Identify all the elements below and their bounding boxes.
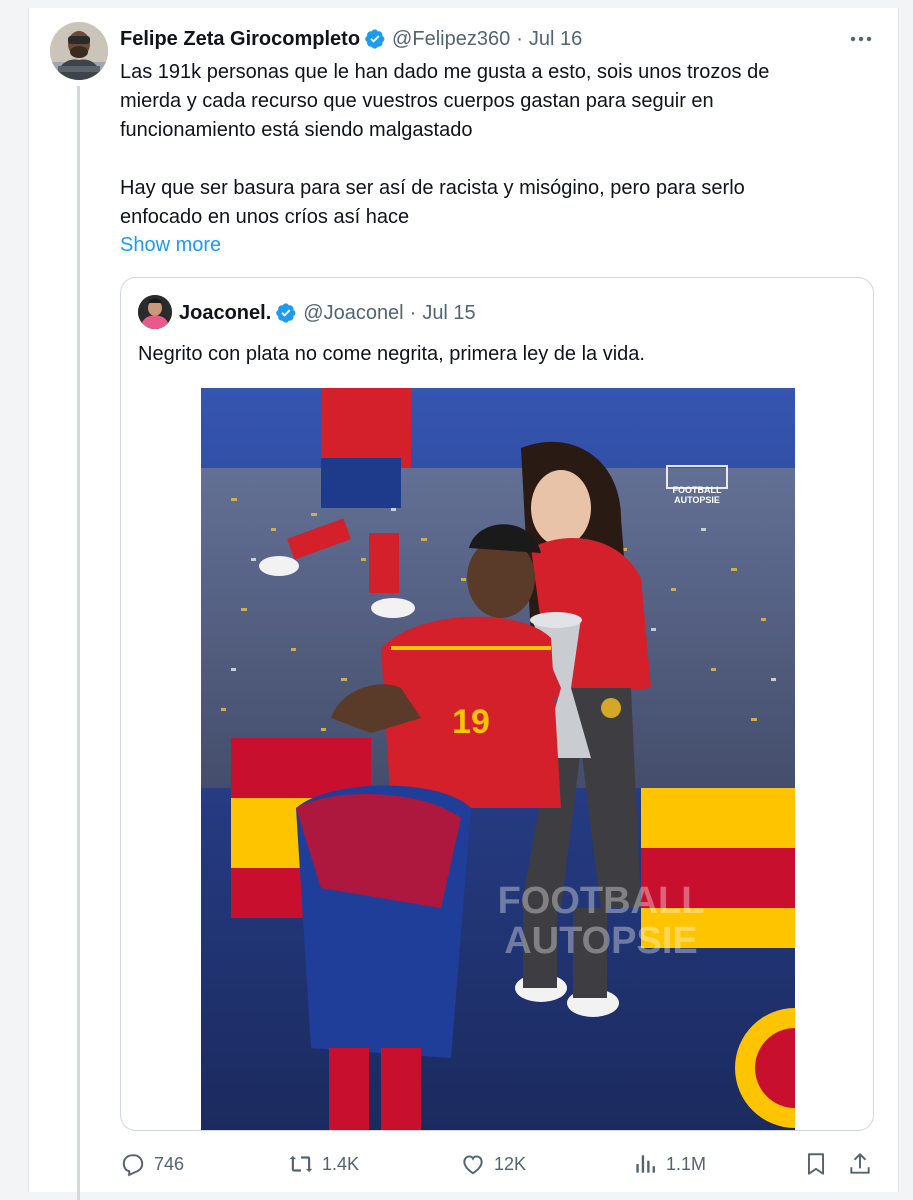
author-avatar[interactable]: [50, 22, 108, 80]
more-options-button[interactable]: [846, 28, 876, 50]
tweet-text-line: funcionamiento está siendo malgastado: [120, 119, 473, 141]
celebration-photo: FOOTBALL AUTOPSIE 19 FOOTBALL AUTOPSIE: [201, 388, 795, 1130]
tweet-text-line: Hay que ser basura para ser así de racis…: [120, 177, 745, 199]
quoted-tweet-date[interactable]: Jul 15: [422, 302, 475, 325]
repost-button[interactable]: 1.4K: [288, 1148, 359, 1180]
share-button[interactable]: [847, 1148, 881, 1180]
frame-divider-right: [898, 8, 899, 1192]
tweet-text-line: Las 191k personas que le han dado me gus…: [120, 61, 770, 83]
quoted-author-avatar[interactable]: [138, 295, 172, 329]
views-icon: [636, 1155, 655, 1173]
watermark-top-line2: AUTOPSIE: [674, 495, 720, 505]
quoted-tweet-text: Negrito con plata no come negrita, prime…: [138, 343, 645, 365]
show-more-link[interactable]: Show more: [120, 231, 221, 260]
header-separator: ·: [409, 301, 417, 324]
verified-badge-icon: [365, 29, 385, 49]
screenshot-frame-right: [899, 0, 913, 1200]
quoted-author-name[interactable]: Joaconel.: [179, 302, 271, 325]
tweet-header: Felipe Zeta Girocompleto @Felipez360 · J…: [120, 26, 582, 52]
reply-button[interactable]: 746: [120, 1148, 184, 1180]
view-count: 1.1M: [666, 1153, 707, 1174]
reply-count: 746: [154, 1153, 185, 1174]
thread-connector-line: [77, 86, 80, 1200]
watermark-center-line2: AUTOPSIE: [504, 920, 698, 962]
share-icon: [850, 1153, 870, 1174]
reply-icon: [122, 1154, 144, 1177]
quoted-tweet[interactable]: Joaconel. @Joaconel · Jul 15 Negrito con…: [120, 277, 874, 1131]
screenshot-frame-left: [0, 0, 28, 1200]
author-name[interactable]: Felipe Zeta Girocompleto: [120, 28, 360, 51]
tweet-text-line: mierda y cada recurso que vuestros cuerp…: [120, 90, 714, 112]
quoted-tweet-photo[interactable]: FOOTBALL AUTOPSIE 19 FOOTBALL AUTOPSIE: [201, 388, 795, 1130]
quoted-author-handle[interactable]: @Joaconel: [303, 302, 403, 325]
tweet-date[interactable]: Jul 16: [529, 28, 582, 51]
views-button[interactable]: 1.1M: [632, 1148, 706, 1180]
bookmark-icon: [807, 1153, 825, 1175]
like-count: 12K: [494, 1153, 527, 1174]
bookmark-button[interactable]: [803, 1148, 837, 1180]
screenshot-frame-bottom: [0, 1192, 913, 1200]
watermark-center-line1: FOOTBALL: [498, 880, 705, 922]
logo-watermark-center: FOOTBALL AUTOPSIE: [498, 880, 705, 962]
screenshot-frame-top: [0, 0, 913, 8]
like-icon: [463, 1155, 483, 1175]
tweet-text-line: enfocado en unos críos así hace: [120, 206, 410, 228]
quoted-tweet-header: Joaconel. @Joaconel · Jul 15: [179, 300, 476, 326]
header-separator: ·: [516, 27, 523, 50]
frame-divider-left: [28, 8, 29, 1192]
repost-count: 1.4K: [322, 1153, 360, 1174]
tweet-text: Las 191k personas que le han dado me gus…: [120, 58, 860, 232]
tweet-actions-bar: 746 1.4K 12K 1.1M: [120, 1148, 880, 1180]
watermark-top-line1: FOOTBALL: [673, 485, 722, 495]
verified-badge-icon: [276, 303, 296, 323]
more-options-icon: [850, 36, 872, 42]
quoted-author-avatar-image: [138, 295, 172, 329]
author-avatar-image: [50, 22, 108, 80]
author-handle[interactable]: @Felipez360: [392, 28, 510, 51]
repost-icon: [289, 1155, 313, 1173]
jersey-number: 19: [452, 703, 490, 741]
like-button[interactable]: 12K: [460, 1148, 526, 1180]
